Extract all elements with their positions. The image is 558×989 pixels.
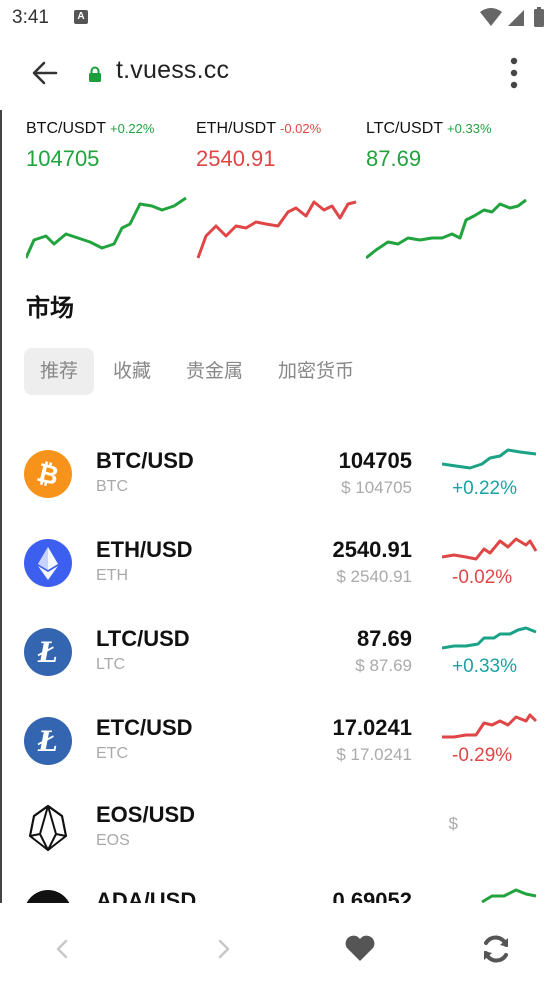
row-change: -0.02%: [452, 567, 513, 588]
ticker-price: 2540.91: [196, 146, 276, 171]
row-sparkline: [442, 626, 537, 650]
ticker-sparkline: [196, 200, 357, 259]
status-bar: 3:41 A: [0, 0, 558, 36]
row-price: 87.69: [356, 626, 412, 651]
row-usd-price: $ 87.69: [355, 656, 412, 675]
row-usd-price: $ 104705: [341, 478, 412, 497]
ticker-pair: LTC/USDT: [366, 120, 444, 137]
ticker-pair: BTC/USDT: [26, 120, 106, 137]
battery-icon: [534, 9, 544, 27]
row-pair: ETC/USD: [96, 715, 193, 740]
market-row-eos[interactable]: EOS/USD EOS $: [0, 800, 558, 888]
row-usd-price: $ 17.0241: [336, 745, 412, 764]
ticker-sparkline: [366, 198, 527, 260]
ticker-pair: ETH/USDT: [196, 120, 276, 137]
ticker-price: 104705: [26, 146, 100, 171]
row-pair: ETH/USD: [96, 537, 193, 562]
url-text[interactable]: t.vuess.cc: [116, 56, 229, 85]
bitcoin-icon: ₿: [24, 450, 72, 498]
row-pair: ADA/USD: [96, 888, 197, 903]
row-sparkline: [442, 537, 538, 561]
ticker-change: -0.02%: [280, 121, 322, 136]
tab-recommended[interactable]: 推荐: [24, 348, 95, 395]
row-symbol: LTC: [96, 656, 126, 673]
refresh-icon[interactable]: [476, 929, 516, 969]
status-icons: [478, 6, 548, 35]
row-symbol: BTC: [96, 478, 128, 495]
tab-precious-metals[interactable]: 贵金属: [186, 348, 243, 395]
svg-text:Ł: Ł: [37, 725, 58, 758]
cardano-icon: [24, 890, 72, 903]
row-price: 17.0241: [332, 715, 412, 740]
ticker-change: +0.33%: [447, 121, 492, 136]
row-sparkline: [442, 448, 537, 470]
ticker-eth[interactable]: ETH/USDT -0.02% 2540.91: [196, 120, 366, 270]
svg-text:Ł: Ł: [37, 636, 58, 669]
row-price: 104705: [338, 448, 412, 473]
market-row-ltc[interactable]: Ł LTC/USD LTC 87.69 $ 87.69 +0.33%: [0, 624, 558, 712]
market-row-etc[interactable]: Ł ETC/USD ETC 17.0241 $ 17.0241 -0.29%: [0, 713, 558, 801]
ticker-price: 87.69: [366, 146, 422, 171]
overflow-menu-icon[interactable]: [504, 56, 524, 90]
back-arrow-icon[interactable]: [30, 58, 60, 88]
signal-icon: [508, 10, 524, 26]
eos-icon: [24, 804, 72, 852]
row-symbol: ETC: [96, 745, 128, 762]
row-sparkline: [442, 713, 538, 739]
ticker-change: +0.22%: [110, 121, 155, 136]
row-pair: LTC/USD: [96, 626, 190, 651]
litecoin-icon: Ł: [24, 717, 72, 765]
market-row-ada[interactable]: ADA/USD 0.69052: [0, 886, 558, 903]
tab-crypto[interactable]: 加密货币: [278, 348, 354, 395]
row-symbol: EOS: [96, 832, 130, 849]
wifi-icon: [480, 8, 502, 26]
market-row-eth[interactable]: ETH/USD ETH 2540.91 $ 2540.91 -0.02%: [0, 535, 558, 623]
row-usd-price: $: [448, 814, 458, 833]
lock-icon: [88, 66, 102, 87]
browser-toolbar: t.vuess.cc: [0, 36, 558, 110]
notification-icon: A: [74, 10, 88, 24]
market-row-btc[interactable]: ₿ BTC/USD BTC 104705 $ 104705 +0.22%: [0, 446, 558, 534]
market-title: 市场: [26, 295, 74, 322]
row-symbol: ETH: [96, 567, 128, 584]
nav-back-icon[interactable]: [44, 929, 84, 969]
row-price: 0.69052: [332, 888, 412, 903]
row-change: -0.29%: [452, 745, 513, 766]
row-usd-price: $ 2540.91: [336, 567, 412, 586]
row-change: +0.22%: [452, 478, 517, 499]
row-pair: EOS/USD: [96, 802, 196, 827]
heart-icon[interactable]: [340, 929, 380, 969]
ethereum-icon: [24, 539, 72, 587]
status-time: 3:41: [12, 7, 49, 28]
browser-bottom-nav: [0, 903, 558, 989]
litecoin-icon: Ł: [24, 628, 72, 676]
row-pair: BTC/USD: [96, 448, 194, 473]
ticker-btc[interactable]: BTC/USDT +0.22% 104705: [26, 120, 196, 270]
nav-forward-icon[interactable]: [202, 929, 242, 969]
row-price: 2540.91: [332, 537, 412, 562]
row-change: +0.33%: [452, 656, 517, 677]
row-sparkline: [481, 888, 537, 903]
ticker-sparkline: [26, 196, 187, 259]
ticker-ltc[interactable]: LTC/USDT +0.33% 87.69: [366, 120, 536, 270]
tab-favorites[interactable]: 收藏: [113, 348, 151, 395]
